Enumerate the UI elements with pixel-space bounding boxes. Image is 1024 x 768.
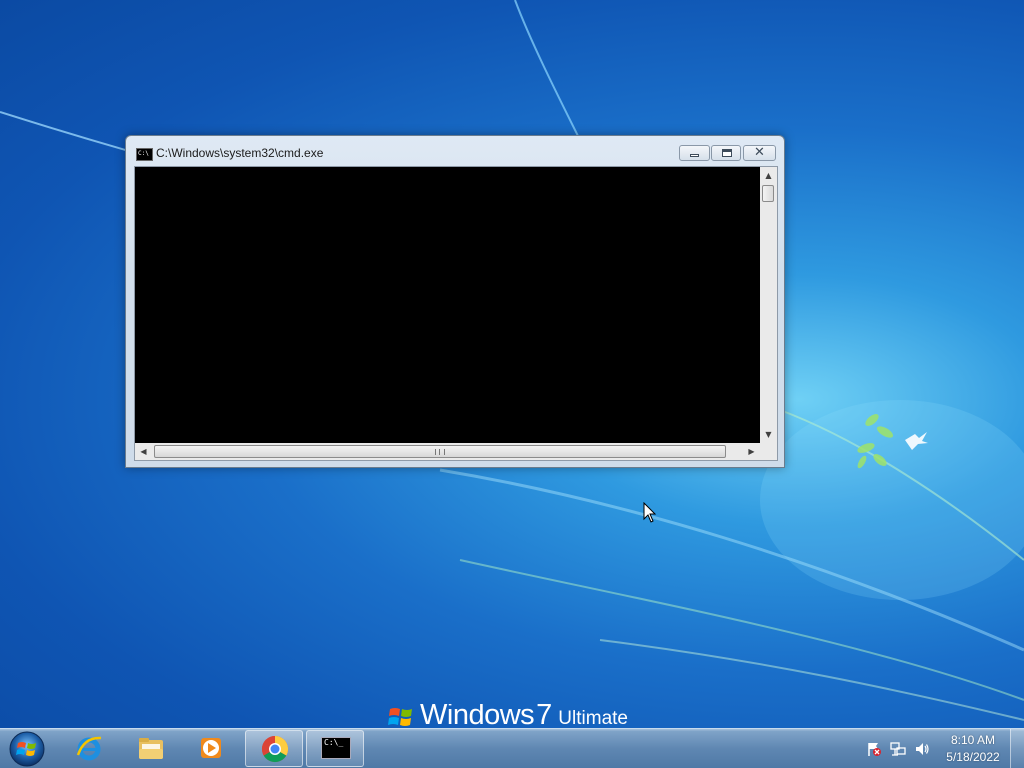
leaf-decoration <box>857 414 894 469</box>
maximize-icon <box>722 149 732 157</box>
vertical-scrollbar[interactable]: ▲ ▼ <box>760 167 777 443</box>
maximize-button[interactable] <box>711 145 741 161</box>
taskbar-windows-media-player[interactable] <box>183 730 241 767</box>
title-bar[interactable]: C:\ C:\Windows\system32\cmd.exe ✕ <box>126 136 784 166</box>
system-tray: 8:10 AM 5/18/2022 <box>862 729 1024 768</box>
taskbar-google-chrome[interactable] <box>245 730 303 767</box>
windows-explorer-icon <box>139 738 163 759</box>
internet-explorer-icon <box>76 736 102 761</box>
vertical-scroll-thumb[interactable] <box>762 185 774 202</box>
scroll-left-arrow-icon[interactable]: ◀ <box>135 443 152 460</box>
branding-version: 7 <box>536 704 553 730</box>
minimize-icon <box>690 154 699 157</box>
scroll-right-arrow-icon[interactable]: ▶ <box>743 443 760 460</box>
mouse-cursor-icon <box>643 502 657 523</box>
horizontal-scrollbar[interactable]: ◀ ▶ <box>135 443 760 460</box>
chrome-icon <box>261 735 289 763</box>
windows-logo-icon <box>388 708 412 726</box>
close-icon: ✕ <box>754 145 765 160</box>
console-area: ▲ ▼ ◀ ▶ <box>134 166 778 461</box>
scroll-down-arrow-icon[interactable]: ▼ <box>760 426 777 443</box>
taskbar-windows-explorer[interactable] <box>122 730 180 767</box>
action-center-icon[interactable] <box>866 741 882 757</box>
windows-media-player-icon <box>201 738 221 758</box>
bird-decoration <box>905 432 928 450</box>
resize-grip[interactable] <box>760 443 777 460</box>
close-button[interactable]: ✕ <box>743 145 776 161</box>
desktop: Windows 7 Ultimate C:\ C:\Windows\system… <box>0 0 1024 768</box>
clock-date[interactable]: 5/18/2022 <box>938 750 1008 764</box>
start-button[interactable] <box>4 730 50 768</box>
show-desktop-button[interactable] <box>1010 729 1024 768</box>
branding-name: Windows <box>420 704 535 730</box>
cmd-window[interactable]: C:\ C:\Windows\system32\cmd.exe ✕ ▲ ▼ ◀ <box>125 135 785 468</box>
taskbar-command-prompt[interactable]: C:\_ <box>306 730 364 767</box>
clock-time[interactable]: 8:10 AM <box>938 733 1008 747</box>
cmd-icon: C:\_ <box>321 737 351 759</box>
scroll-grip-icon <box>435 449 445 455</box>
window-title: C:\Windows\system32\cmd.exe <box>156 146 324 160</box>
branding-edition: Ultimate <box>558 708 628 729</box>
taskbar-internet-explorer[interactable] <box>60 730 118 767</box>
taskbar: C:\_ 8:10 AM 5/18/2022 <box>0 728 1024 768</box>
console-output[interactable] <box>135 167 760 443</box>
horizontal-scroll-thumb[interactable] <box>154 445 726 458</box>
windows-branding: Windows 7 Ultimate <box>388 704 628 730</box>
volume-icon[interactable] <box>914 741 930 757</box>
minimize-button[interactable] <box>679 145 710 161</box>
cmd-app-icon[interactable]: C:\ <box>136 148 153 161</box>
network-icon[interactable] <box>890 741 906 757</box>
scroll-up-arrow-icon[interactable]: ▲ <box>760 167 777 184</box>
